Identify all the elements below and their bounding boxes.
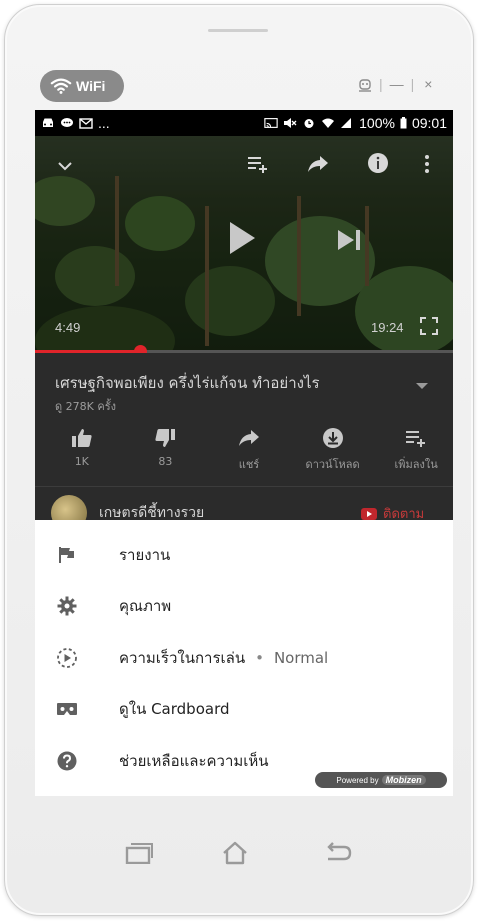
wifi-signal-icon [321, 117, 335, 129]
battery-icon [400, 117, 407, 129]
share-label: แชร์ [238, 458, 260, 471]
control-separator: | [379, 76, 383, 92]
section-divider [35, 486, 453, 487]
video-title: เศรษฐกิจพอเพียง ครึ่งไร่แก้จน ทำอย่างไร [55, 374, 320, 392]
speaker-grille [208, 29, 268, 32]
battery-percent: 100% [359, 115, 395, 131]
menu-item-quality[interactable]: คุณภาพ [35, 581, 453, 631]
share-button[interactable]: แชร์ [212, 427, 286, 473]
playback-speed-value: Normal [273, 649, 329, 667]
action-bar: 1K 83 แชร์ ดาวน์โหลด เพิ่มลงใน [35, 427, 453, 473]
add-to-playlist-icon [404, 427, 428, 449]
playback-speed-icon [55, 646, 79, 670]
close-button[interactable]: × [420, 75, 436, 93]
back-button[interactable] [318, 838, 358, 868]
window-controls: | — | × [357, 74, 436, 94]
device-screen: ... 100% 09:01 4:49 19:24 เศรษฐกิจพอเพีย… [35, 110, 453, 796]
dislike-count: 83 [158, 455, 173, 468]
chevron-down-icon[interactable] [53, 154, 77, 178]
home-icon [223, 841, 247, 865]
expand-more-icon[interactable] [415, 375, 429, 394]
play-icon[interactable] [225, 218, 259, 258]
flag-icon [55, 543, 79, 567]
menu-item-report[interactable]: รายงาน [35, 530, 453, 580]
current-time: 4:49 [55, 320, 81, 335]
download-icon [321, 427, 345, 449]
download-button[interactable]: ดาวน์โหลด [296, 427, 370, 473]
share-icon [237, 427, 261, 449]
duration: 19:24 [371, 320, 404, 335]
add-to-label: เพิ่มลงใน [394, 458, 438, 471]
car-icon [41, 117, 55, 129]
recent-apps-icon [125, 843, 153, 864]
cell-signal-icon [340, 117, 354, 129]
menu-item-label: ความเร็วในการเล่น • Normal [119, 646, 328, 670]
wifi-badge: WiFi [40, 70, 124, 102]
status-time: 09:01 [411, 115, 447, 131]
view-count: ดู 278K ครั้ง [55, 400, 116, 413]
cardboard-icon [55, 697, 79, 721]
status-more: ... [98, 115, 110, 131]
powered-by-badge: Powered by Mobizen [315, 772, 447, 788]
share-icon[interactable] [305, 152, 331, 176]
video-player[interactable]: 4:49 19:24 [35, 136, 453, 352]
more-vert-icon[interactable] [420, 152, 434, 176]
home-button[interactable] [215, 838, 255, 868]
add-to-button[interactable]: เพิ่มลงใน [379, 427, 453, 473]
like-count: 1K [74, 455, 89, 468]
playback-speed-label: ความเร็วในการเล่น [119, 649, 246, 667]
gear-icon [55, 594, 79, 618]
chat-icon [60, 117, 74, 129]
menu-item-cardboard[interactable]: ดูใน Cardboard [35, 684, 453, 734]
options-bottom-sheet: รายงาน คุณภาพ ความเร็วในการเล่น • Normal ด… [35, 520, 453, 796]
help-icon [55, 749, 79, 773]
robot-icon[interactable] [357, 75, 373, 93]
skip-next-icon[interactable] [335, 228, 363, 252]
youtube-icon [361, 507, 377, 520]
mail-icon [79, 117, 93, 129]
menu-item-playback-speed[interactable]: ความเร็วในการเล่น • Normal [35, 633, 453, 683]
menu-item-label: รายงาน [119, 546, 171, 564]
menu-item-label: ช่วยเหลือและความเห็น [119, 752, 269, 770]
menu-item-label: ดูใน Cardboard [119, 700, 230, 718]
powered-by-text: Powered by [336, 775, 379, 785]
download-label: ดาวน์โหลด [305, 458, 360, 471]
back-icon [327, 842, 352, 861]
cast-icon [264, 117, 278, 129]
info-icon[interactable] [365, 150, 391, 176]
menu-item-label: คุณภาพ [119, 597, 172, 615]
recent-apps-button[interactable] [118, 838, 158, 868]
minimize-button[interactable]: — [389, 75, 405, 93]
add-to-queue-icon[interactable] [245, 152, 271, 176]
powered-by-brand: Mobizen [381, 775, 426, 785]
wifi-label: WiFi [76, 78, 106, 94]
mute-icon [283, 117, 297, 129]
separator-dot: • [255, 649, 264, 667]
control-separator: | [410, 76, 415, 92]
dislike-button[interactable]: 83 [129, 427, 203, 473]
thumb-down-icon [153, 427, 177, 449]
wifi-icon [50, 78, 72, 94]
alarm-icon [302, 117, 316, 129]
thumb-up-icon [70, 427, 94, 449]
fullscreen-icon[interactable] [419, 316, 439, 336]
like-button[interactable]: 1K [45, 427, 119, 473]
status-bar: ... 100% 09:01 [35, 110, 453, 136]
